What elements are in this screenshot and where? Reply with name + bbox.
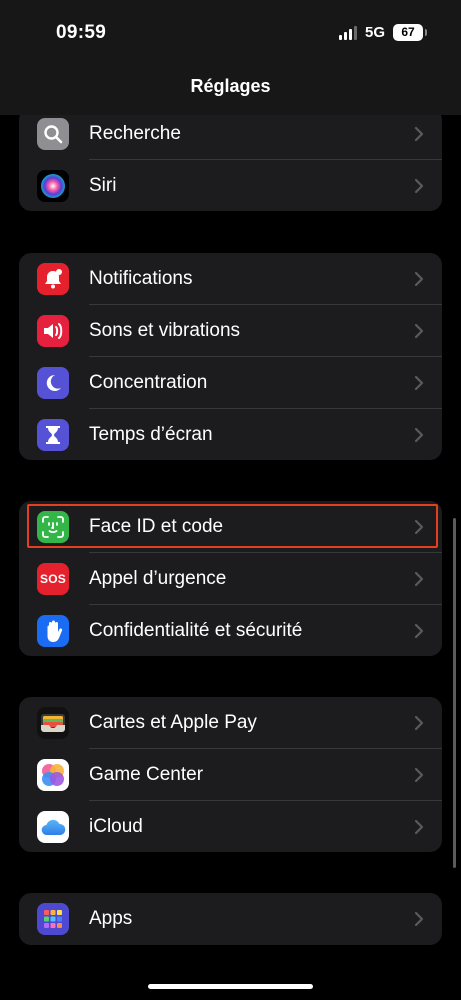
- settings-screen: 09:59 5G 67 Réglages Recherche Siri Noti…: [0, 0, 461, 1000]
- icloud-icon: [37, 811, 69, 843]
- row-label: Siri: [89, 175, 117, 196]
- apps-grid-icon: [37, 903, 69, 935]
- settings-group-services: Cartes et Apple Pay Game Center iCloud: [19, 697, 442, 852]
- siri-icon: [37, 170, 69, 202]
- sos-icon: SOS: [37, 563, 69, 595]
- settings-row-temps-ecran[interactable]: Temps d’écran: [19, 409, 442, 460]
- hand-icon: [37, 615, 69, 647]
- settings-row-notifications[interactable]: Notifications: [19, 253, 442, 305]
- row-label: Concentration: [89, 372, 208, 393]
- status-time: 09:59: [56, 22, 107, 43]
- battery-icon: 67: [393, 24, 427, 41]
- face-id-icon: [37, 511, 69, 543]
- row-label: Notifications: [89, 268, 193, 289]
- battery-level: 67: [401, 25, 415, 39]
- chevron-right-icon: [414, 819, 424, 835]
- settings-group-security: Face ID et code SOS Appel d’urgence Conf…: [19, 501, 442, 656]
- settings-row-confidentialite[interactable]: Confidentialité et sécurité: [19, 605, 442, 657]
- row-label: iCloud: [89, 816, 143, 837]
- row-label: Recherche: [89, 123, 181, 144]
- settings-row-apps[interactable]: Apps: [19, 893, 442, 945]
- settings-row-face-id[interactable]: Face ID et code: [19, 501, 442, 553]
- page-title: Réglages: [190, 76, 271, 96]
- row-label: Game Center: [89, 764, 204, 785]
- settings-row-game-center[interactable]: Game Center: [19, 749, 442, 801]
- settings-row-siri[interactable]: Siri: [19, 160, 442, 211]
- scrollbar[interactable]: [453, 518, 456, 868]
- chevron-right-icon: [414, 519, 424, 535]
- chevron-right-icon: [414, 427, 424, 443]
- chevron-right-icon: [414, 623, 424, 639]
- settings-group-search: Recherche Siri: [19, 108, 442, 211]
- sos-icon-text: SOS: [40, 572, 66, 586]
- network-type: 5G: [364, 24, 385, 41]
- row-label: Apps: [89, 908, 133, 929]
- settings-row-recherche[interactable]: Recherche: [19, 108, 442, 160]
- search-icon: [37, 118, 69, 150]
- home-indicator[interactable]: [148, 984, 313, 989]
- game-center-icon: [37, 759, 69, 791]
- wallet-icon: [37, 707, 69, 739]
- moon-icon: [37, 367, 69, 399]
- hourglass-icon: [37, 419, 69, 451]
- settings-group-notifications: Notifications Sons et vibrations Concent…: [19, 253, 442, 460]
- row-label: Temps d’écran: [89, 424, 213, 445]
- chevron-right-icon: [414, 767, 424, 783]
- settings-row-icloud[interactable]: iCloud: [19, 801, 442, 852]
- chevron-right-icon: [414, 715, 424, 731]
- chevron-right-icon: [414, 178, 424, 194]
- top-bar: 09:59 5G 67 Réglages: [0, 0, 461, 115]
- settings-row-cartes[interactable]: Cartes et Apple Pay: [19, 697, 442, 749]
- row-label: Cartes et Apple Pay: [89, 712, 257, 733]
- row-label: Face ID et code: [89, 516, 224, 537]
- speaker-icon: [37, 315, 69, 347]
- cellular-signal-icon: [338, 25, 357, 40]
- bell-icon: [37, 263, 69, 295]
- row-label: Sons et vibrations: [89, 320, 241, 341]
- row-label: Appel d’urgence: [89, 568, 227, 589]
- settings-row-sons[interactable]: Sons et vibrations: [19, 305, 442, 357]
- chevron-right-icon: [414, 911, 424, 927]
- status-indicators: 5G 67: [338, 24, 427, 41]
- chevron-right-icon: [414, 571, 424, 587]
- chevron-right-icon: [414, 126, 424, 142]
- row-label: Confidentialité et sécurité: [89, 620, 303, 641]
- chevron-right-icon: [414, 271, 424, 287]
- settings-group-apps: Apps: [19, 893, 442, 945]
- settings-row-concentration[interactable]: Concentration: [19, 357, 442, 409]
- chevron-right-icon: [414, 375, 424, 391]
- settings-row-appel-urgence[interactable]: SOS Appel d’urgence: [19, 553, 442, 605]
- chevron-right-icon: [414, 323, 424, 339]
